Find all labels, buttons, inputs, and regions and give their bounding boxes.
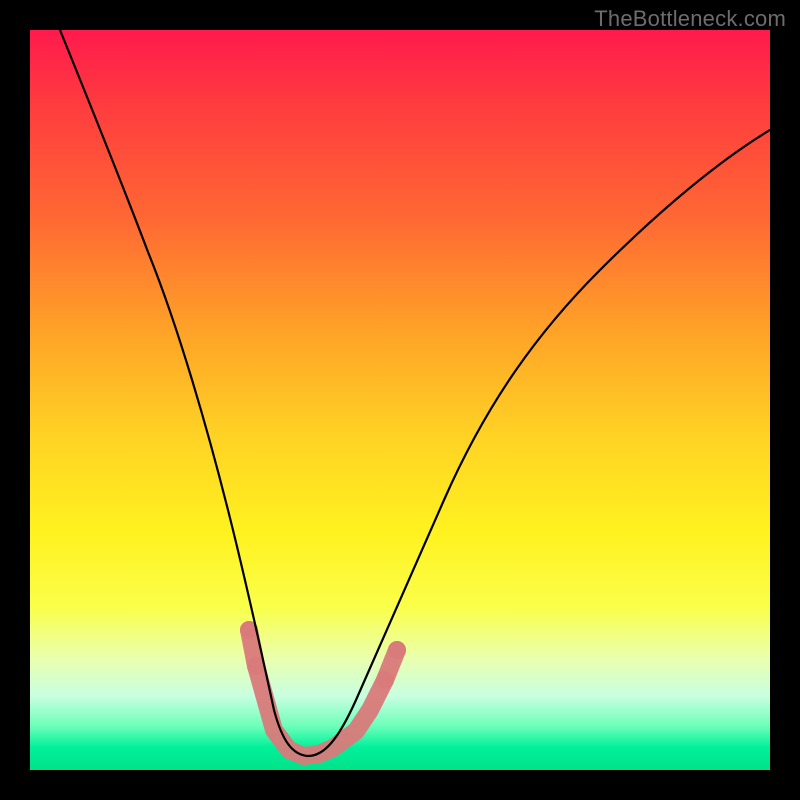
watermark-text: TheBottleneck.com xyxy=(594,6,786,32)
plot-area xyxy=(30,30,770,770)
curve-layer xyxy=(30,30,770,770)
marker-dot xyxy=(376,671,394,689)
marker-dot xyxy=(388,641,406,659)
bottleneck-curve xyxy=(60,30,770,756)
chart-frame: TheBottleneck.com xyxy=(0,0,800,800)
